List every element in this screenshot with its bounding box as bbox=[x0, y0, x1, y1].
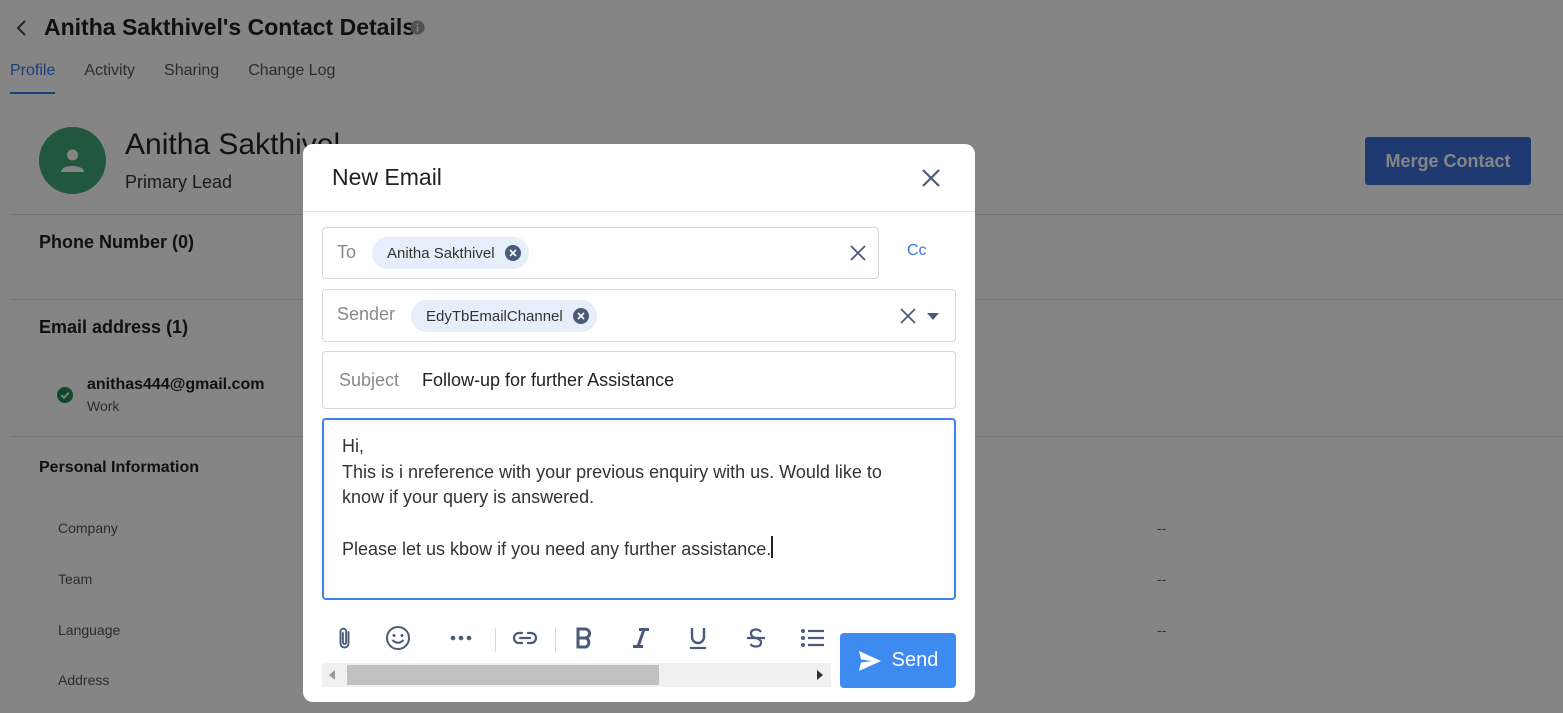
bold-icon bbox=[576, 627, 591, 649]
caret-down-icon bbox=[927, 312, 939, 320]
emoji-button[interactable] bbox=[383, 623, 413, 653]
subject-field[interactable]: Subject Follow-up for further Assistance bbox=[322, 351, 956, 409]
send-icon bbox=[858, 650, 881, 671]
send-button[interactable]: Send bbox=[840, 633, 956, 688]
link-icon bbox=[512, 631, 538, 645]
clear-recipients-button[interactable] bbox=[847, 242, 869, 264]
strikethrough-button[interactable] bbox=[741, 623, 771, 653]
remove-circle-icon[interactable] bbox=[504, 245, 521, 261]
link-button[interactable] bbox=[510, 623, 540, 653]
dialog-title: New Email bbox=[332, 164, 442, 190]
more-icon bbox=[450, 635, 472, 641]
cc-button[interactable]: Cc bbox=[907, 242, 927, 260]
body-line-last: Please let us kbow if you need any furth… bbox=[342, 536, 936, 562]
paperclip-icon bbox=[339, 627, 350, 649]
underline-icon bbox=[690, 628, 706, 650]
sender-chip-label: EdyTbEmailChannel bbox=[426, 307, 563, 325]
scroll-left-icon[interactable] bbox=[328, 670, 336, 680]
italic-icon bbox=[633, 628, 649, 648]
close-button[interactable] bbox=[917, 164, 945, 192]
send-label: Send bbox=[891, 649, 939, 671]
new-email-dialog: New Email To Anitha Sakthivel Cc Sender … bbox=[303, 144, 975, 702]
underline-button[interactable] bbox=[683, 623, 713, 653]
recipient-chip-label: Anitha Sakthivel bbox=[387, 244, 495, 262]
toolbar-separator bbox=[555, 628, 556, 652]
sender-label: Sender bbox=[337, 304, 396, 324]
close-icon bbox=[922, 169, 940, 187]
sender-field[interactable]: Sender EdyTbEmailChannel bbox=[322, 289, 956, 342]
text-caret bbox=[771, 536, 774, 558]
subject-label: Subject bbox=[339, 370, 400, 390]
bold-button[interactable] bbox=[569, 623, 599, 653]
bullet-list-button[interactable] bbox=[798, 623, 828, 653]
formatting-toolbar bbox=[322, 618, 832, 658]
close-icon bbox=[900, 308, 916, 324]
to-field[interactable]: To Anitha Sakthivel bbox=[322, 227, 879, 279]
subject-input[interactable]: Follow-up for further Assistance bbox=[422, 370, 674, 391]
sender-chip: EdyTbEmailChannel bbox=[411, 300, 597, 332]
body-line: know if your query is answered. bbox=[342, 487, 595, 507]
emoji-icon bbox=[386, 626, 410, 650]
more-button[interactable] bbox=[446, 623, 476, 653]
italic-button[interactable] bbox=[626, 623, 656, 653]
sender-dropdown-button[interactable] bbox=[922, 305, 944, 327]
strikethrough-icon bbox=[747, 628, 765, 648]
toolbar-scrollbar[interactable] bbox=[322, 663, 831, 687]
scrollbar-thumb[interactable] bbox=[347, 665, 659, 685]
to-label: To bbox=[337, 242, 357, 262]
dialog-header: New Email bbox=[303, 144, 975, 212]
remove-circle-icon[interactable] bbox=[572, 308, 589, 324]
clear-sender-button[interactable] bbox=[897, 305, 919, 327]
scroll-right-icon[interactable] bbox=[816, 670, 824, 680]
toolbar-separator bbox=[495, 628, 496, 652]
body-line: This is i nreference with your previous … bbox=[342, 461, 882, 482]
close-icon bbox=[850, 245, 866, 261]
attach-button[interactable] bbox=[330, 623, 360, 653]
recipient-chip: Anitha Sakthivel bbox=[372, 237, 529, 269]
body-line bbox=[342, 511, 936, 537]
bullet-list-icon bbox=[801, 629, 824, 647]
body-line-text: Please let us kbow if you need any furth… bbox=[342, 539, 772, 559]
email-body-editor[interactable]: Hi, This is i nreference with your previ… bbox=[322, 418, 956, 600]
body-line: Hi, bbox=[342, 436, 364, 456]
